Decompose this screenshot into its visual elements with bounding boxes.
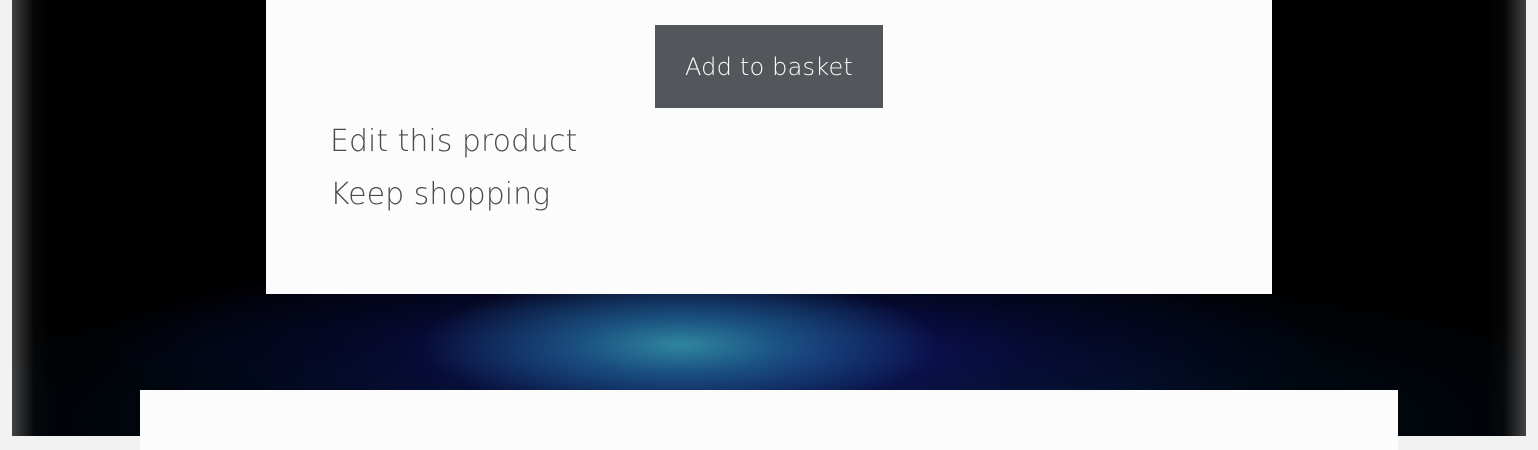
edit-product-link[interactable]: Edit this product xyxy=(330,124,577,159)
next-content-card xyxy=(140,390,1398,450)
left-edge-glow xyxy=(12,0,52,436)
keep-shopping-link[interactable]: Keep shopping xyxy=(330,177,550,212)
add-to-basket-button[interactable]: Add to basket xyxy=(655,25,883,108)
right-edge-glow xyxy=(1486,0,1526,436)
product-actions-card: Add to basket Edit this product Keep sho… xyxy=(266,0,1272,294)
